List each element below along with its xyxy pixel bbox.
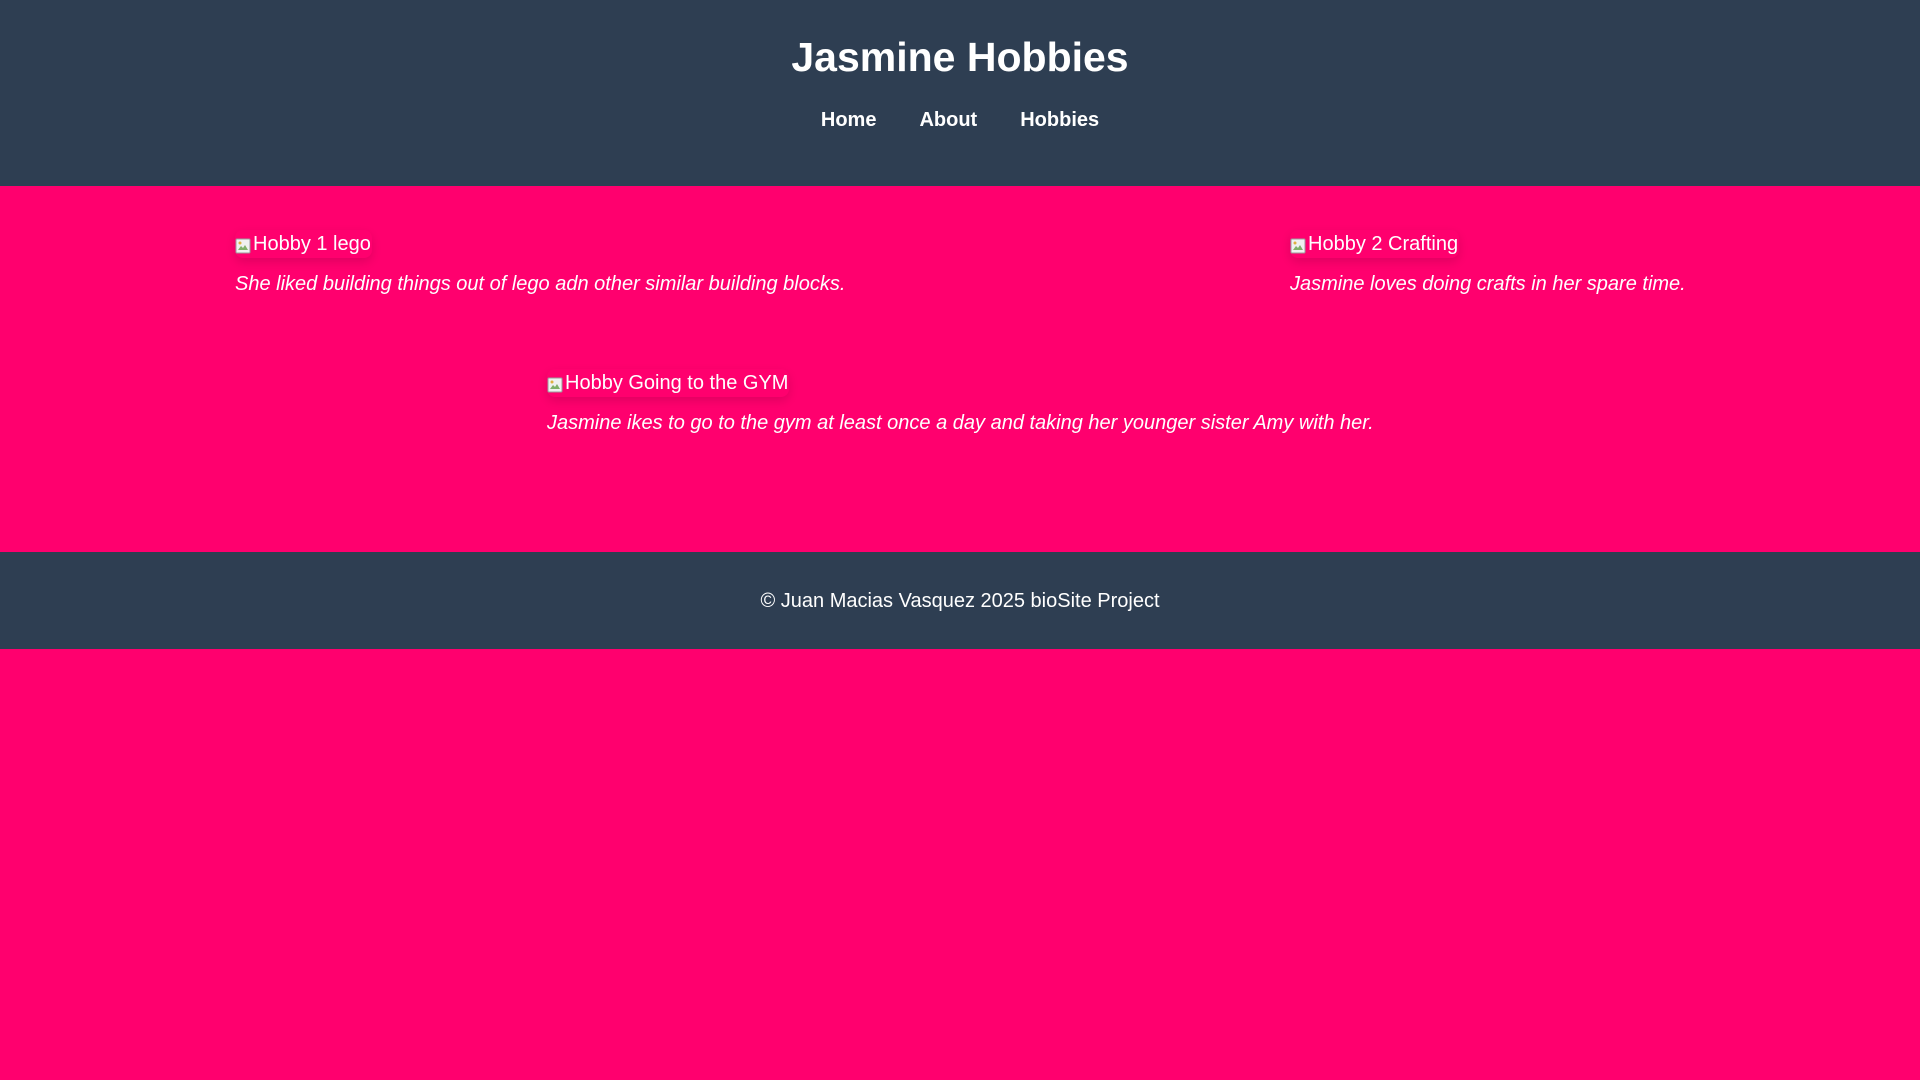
nav-link-about[interactable]: About xyxy=(919,108,977,132)
hobby-card-lego: Hobby 1 lego She liked building things o… xyxy=(235,230,845,297)
footer-copyright: © Juan Macias Vasquez 2025 bioSite Proje… xyxy=(760,589,1160,612)
hobby-image-alt: Hobby Going to the GYM xyxy=(565,372,789,394)
hobby-image-gym: Hobby Going to the GYM xyxy=(547,369,789,397)
hobby-card-crafting: Hobby 2 Crafting Jasmine loves doing cra… xyxy=(1290,230,1686,297)
hobby-image-alt: Hobby 1 lego xyxy=(253,233,371,255)
site-header: Jasmine Hobbies Home About Hobbies xyxy=(0,0,1920,186)
hobby-caption: Jasmine loves doing crafts in her spare … xyxy=(1290,273,1686,295)
hobby-card-gym: Hobby Going to the GYM Jasmine ikes to g… xyxy=(547,369,1374,436)
hobbies-section: Hobby 1 lego She liked building things o… xyxy=(0,186,1920,552)
nav-link-hobbies[interactable]: Hobbies xyxy=(1020,108,1099,132)
site-footer: © Juan Macias Vasquez 2025 bioSite Proje… xyxy=(0,552,1920,649)
hobby-caption: Jasmine ikes to go to the gym at least o… xyxy=(547,412,1374,434)
hobby-image-crafting: Hobby 2 Crafting xyxy=(1290,230,1459,258)
hobby-caption: She liked building things out of lego ad… xyxy=(235,273,846,295)
broken-image-icon xyxy=(1290,234,1306,254)
hobby-image-lego: Hobby 1 lego xyxy=(235,230,372,258)
page-title: Jasmine Hobbies xyxy=(791,34,1129,80)
broken-image-icon xyxy=(547,373,563,393)
hobby-image-alt: Hobby 2 Crafting xyxy=(1308,233,1459,255)
nav-link-home[interactable]: Home xyxy=(821,108,877,132)
main-nav: Home About Hobbies xyxy=(0,108,1920,132)
broken-image-icon xyxy=(235,234,251,254)
